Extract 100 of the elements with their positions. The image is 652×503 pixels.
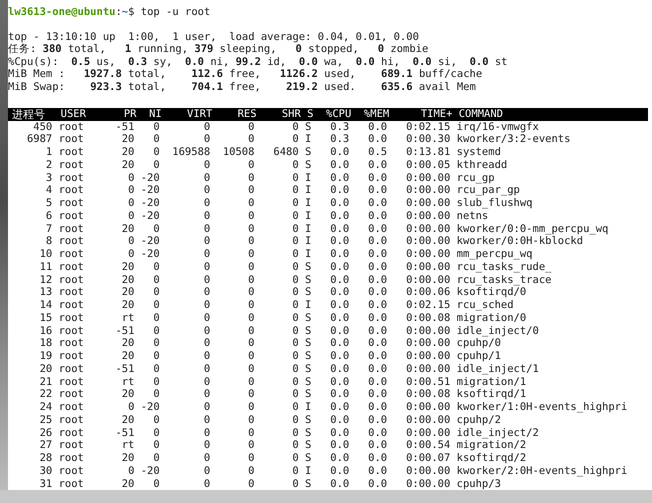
table-cell-text: 0.0 [329,197,350,210]
table-cell-text: root [58,248,85,261]
table-cell-text: 0 [291,158,299,172]
table-cell-text: 20 [120,133,134,146]
table-cell: I [305,401,312,414]
column-header: TIME+ [420,108,452,121]
summary-line: top - 13:10:10 up 1:00, 1 user, load average: 0.04, 0.01, 0.00 [8,30,419,43]
table-cell-text: 0:00.00 [405,350,450,363]
table-cell-text: 0 [247,172,254,184]
table-cell-text: 0 [291,478,299,490]
table-cell-text: 0:00.00 [405,426,450,440]
table-cell-text: 10 [38,248,52,261]
table-cell-text: 0 [291,197,299,210]
table-cell: I [305,222,312,236]
table-cell-text: 0 [202,452,210,465]
table-cell-text: idle_inject/1 [456,362,540,376]
table-cell-text: root [58,362,85,376]
table-cell-text: 10508 [222,146,254,159]
table-cell-text: root [58,222,85,236]
table-cell-text: 0 [247,197,254,210]
table-cell-text: 20 [120,286,134,300]
table-cell-text: 0 [247,286,254,300]
table-cell-text: 0.0 [367,401,388,414]
table-cell-text: kthreadd [456,158,508,172]
table-cell: I [305,299,312,312]
table-cell-text: 14 [38,299,52,312]
table-cell-text: 0 [202,401,210,414]
table-cell-text: 8 [44,235,52,248]
table-cell-text: 0 [291,452,299,465]
table-cell-text: 0.0 [367,388,388,402]
table-cell-text: 0 [202,350,210,363]
table-cell: S [305,414,312,427]
table-cell: S [305,146,312,159]
table-cell-text: 0 [247,184,254,198]
table-cell-text: 0 [202,388,210,402]
table-cell-text: 0:00.00 [405,324,450,338]
table-cell: I [305,210,312,223]
table-cell-text: 0.0 [329,312,350,325]
table-cell-text: root [58,158,85,172]
table-cell-text: root [58,337,85,350]
table-cell-text: root [58,274,85,286]
table-cell-text: 0 [291,464,299,478]
table-cell-text: 0:00.08 [405,388,450,402]
table-cell: S [305,312,312,325]
table-cell-text: 0:00.00 [405,401,450,414]
table-cell-text: irq/16-vmwgfx [456,120,540,134]
table-cell-text: rcu_sched [456,299,515,312]
table-cell: S [305,350,312,363]
table-cell-text: root [58,210,85,223]
table-cell-text: rcu_tasks_rude_ [456,260,552,274]
table-cell-text: 450 [32,120,52,134]
table-cell-text: 0:00.30 [405,133,450,146]
table-cell-text: 0 [152,478,160,490]
table-cell-text: cpuhp/3 [456,478,502,490]
table-cell-text: 0 [247,401,254,414]
table-cell-text: root [58,184,85,198]
table-cell-text: 0.0 [367,464,388,478]
table-cell-text: 0.0 [367,260,388,274]
table-cell-text: 0.0 [329,146,350,159]
table-cell-text: 0.0 [367,337,388,350]
column-header: USER [60,108,87,121]
table-cell-text: ksoftirqd/2 [456,452,528,465]
table-cell-text: 0.0 [367,158,388,172]
table-cell-text: 0 [291,439,299,452]
column-header: 进程号 [11,108,46,121]
table-cell-text: 0:00.00 [405,464,450,478]
table-cell-text: root [58,197,85,210]
table-cell-text: 0 [247,210,254,223]
table-cell-text: 0 [202,260,210,274]
table-cell-text: 0.0 [367,248,388,261]
table-cell-text: 0.0 [329,464,350,478]
table-cell-text: 0.0 [329,274,350,286]
table-cell-text: 0 [291,120,299,134]
table-cell-text: 20 [120,222,134,236]
table-cell-text: 0.0 [329,324,350,338]
table-cell-text: 20 [120,337,134,350]
table-cell-text: 20 [120,350,134,363]
table-cell-text: root [58,426,85,440]
table-cell-text: 0 [291,376,299,388]
table-cell-text: 0 [291,388,299,402]
table-cell-text: 0 [247,452,254,465]
table-cell-text: 0 [152,133,160,146]
table-cell-text: ksoftirqd/1 [456,388,528,402]
table-cell-text: 0.0 [367,426,388,440]
table-cell-text: 20 [120,146,134,159]
table-cell-text: 0:00.05 [405,158,450,172]
table-cell-text: root [58,172,85,184]
table-cell-text: 169588 [171,146,210,159]
table-cell-text: 0 [247,439,254,452]
table-cell-text: root [58,452,85,465]
table-cell-text: 0.0 [329,248,350,261]
table-cell-text: 20 [120,414,134,427]
table-cell-text: idle_inject/0 [456,324,540,338]
table-cell-text: 0:00.00 [405,197,450,210]
table-cell-text: 0.0 [367,439,388,452]
table-cell-text: migration/2 [456,439,528,452]
table-cell: S [305,439,312,452]
table-cell-text: 0.0 [329,222,350,236]
table-cell-text: 0 [291,426,299,440]
table-cell: S [305,324,312,338]
